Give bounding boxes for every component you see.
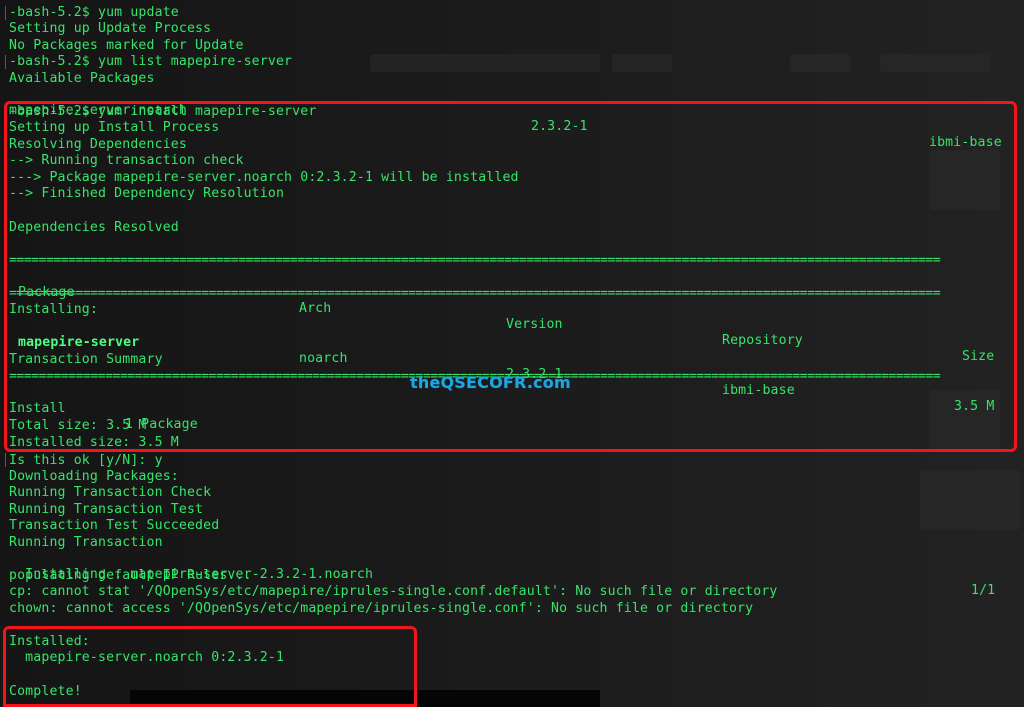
background-artifact (130, 690, 600, 707)
terminal-line: --> Finished Dependency Resolution (9, 186, 285, 201)
terminal-line: -bash-5.2$ yum install mapepire-server (9, 104, 317, 119)
terminal-line: Running Transaction (9, 535, 163, 550)
list-package-repo: ibmi-base (929, 135, 1002, 150)
row-repository: ibmi-base (722, 383, 795, 398)
background-artifact (790, 54, 850, 72)
terminal-window[interactable]: -bash-5.2$ yum update Setting up Update … (0, 0, 1024, 707)
cursor-mark (5, 6, 6, 20)
watermark: theQSECOFR.com (410, 373, 571, 392)
cursor-mark (5, 105, 6, 119)
terminal-line: Dependencies Resolved (9, 220, 179, 235)
terminal-line: No Packages marked for Update (9, 38, 244, 53)
installed-label: Installed: (9, 634, 90, 649)
background-artifact (612, 54, 672, 72)
terminal-line: Resolving Dependencies (9, 137, 187, 152)
header-arch: Arch (299, 301, 332, 316)
summary-title: Transaction Summary (9, 352, 163, 367)
complete-message: Complete! (9, 684, 82, 699)
header-size: Size (962, 349, 995, 364)
list-package-version: 2.3.2-1 (531, 119, 588, 134)
summary-install-label: Install (9, 401, 66, 416)
terminal-line: ---> Package mapepire-server.noarch 0:2.… (9, 170, 519, 185)
row-package: mapepire-server (18, 335, 140, 350)
table-separator: ========================================… (9, 286, 941, 301)
row-size: 3.5 M (954, 399, 995, 414)
background-artifact (370, 54, 600, 72)
header-repository: Repository (722, 333, 803, 348)
terminal-line: Running Transaction Check (9, 485, 212, 500)
installing-progress-row: Installing : mapepire-server-2.3.2-1.noa… (9, 551, 1009, 598)
table-row: mapepire-server noarch 2.3.2-1 ibmi-base… (9, 319, 1009, 414)
terminal-line: --> Running transaction check (9, 153, 244, 168)
background-artifact (930, 150, 1000, 210)
terminal-line: Available Packages (9, 71, 155, 86)
summary-installed-size: Installed size: 3.5 M (9, 435, 179, 450)
cursor-mark (5, 55, 6, 69)
summary-total-size: Total size: 3.5 M (9, 418, 147, 433)
table-header-row: Package Arch Version Repository Size (9, 269, 1009, 364)
terminal-line: Setting up Install Process (9, 120, 220, 135)
summary-install-row: Install 1 Package (9, 385, 409, 432)
table-separator: ========================================… (9, 253, 941, 268)
installing-label: Installing: (9, 302, 98, 317)
terminal-line: Transaction Test Succeeded (9, 518, 220, 533)
terminal-line: Downloading Packages: (9, 469, 179, 484)
row-arch: noarch (299, 351, 348, 366)
installed-package: mapepire-server.noarch 0:2.3.2-1 (9, 650, 285, 665)
error-line: chown: cannot access '/QOpenSys/etc/mape… (9, 601, 754, 616)
terminal-line: Is this ok [y/N]: y (9, 453, 163, 468)
background-artifact (880, 54, 990, 72)
terminal-line: -bash-5.2$ yum list mapepire-server (9, 54, 293, 69)
background-artifact (920, 470, 1020, 530)
terminal-line: -bash-5.2$ yum update (9, 5, 179, 20)
package-list-row: mapepire-server.noarch 2.3.2-1 ibmi-base (9, 87, 1009, 150)
terminal-line: Running Transaction Test (9, 502, 204, 517)
installing-progress-count: 1/1 (971, 583, 996, 598)
cursor-mark (5, 453, 6, 467)
terminal-line: Setting up Update Process (9, 21, 212, 36)
error-line: cp: cannot stat '/QOpenSys/etc/mapepire/… (9, 584, 778, 599)
terminal-line: populating default IP Rules... (9, 568, 252, 583)
